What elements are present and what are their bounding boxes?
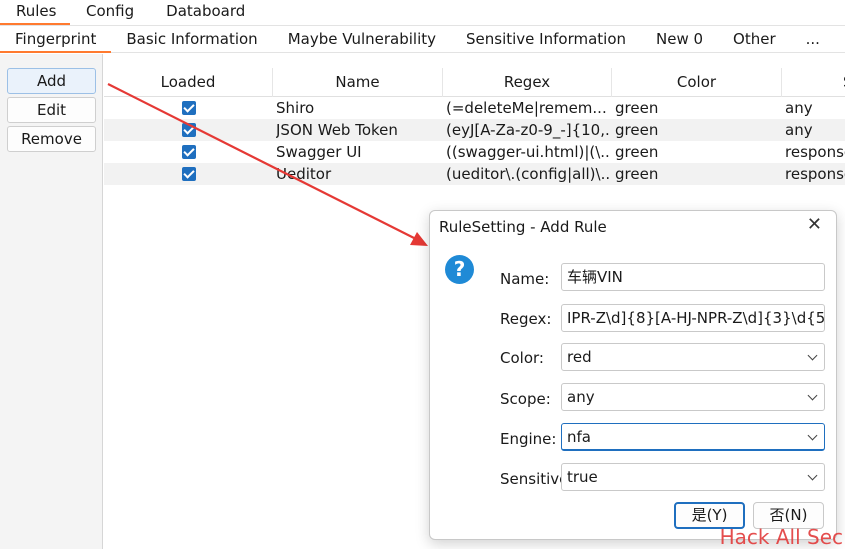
table-row[interactable]: Shiro (=deleteMe|remem... green any: [104, 97, 845, 119]
chevron-down-icon: [807, 390, 818, 401]
rule-regex: (ueditor\.(config|all)\...: [446, 165, 610, 183]
add-button[interactable]: Add: [7, 68, 96, 94]
rule-name: JSON Web Token: [276, 121, 398, 139]
rule-name: Swagger UI: [276, 143, 362, 161]
tab-rules[interactable]: Rules: [0, 0, 70, 25]
rule-name: Ueditor: [276, 165, 332, 183]
rule-scope: any: [785, 99, 813, 117]
sensitive-value: true: [567, 468, 598, 486]
loaded-checkbox[interactable]: [182, 145, 196, 159]
rule-scope: response: [785, 143, 845, 161]
chevron-down-icon: [807, 470, 818, 481]
color-select[interactable]: red: [561, 343, 825, 371]
loaded-checkbox[interactable]: [182, 101, 196, 115]
subtab-new[interactable]: New 0: [641, 27, 718, 53]
column-header-loaded[interactable]: Loaded: [104, 68, 273, 97]
rule-scope: response: [785, 165, 845, 183]
chevron-down-icon: [807, 350, 818, 361]
regex-field[interactable]: IPR-Z\d]{8}[A-HJ-NPR-Z\d]{3}\d{5}): [561, 304, 825, 332]
table-row[interactable]: Ueditor (ueditor\.(config|all)\... green…: [104, 163, 845, 185]
tab-databoard[interactable]: Databoard: [150, 0, 261, 25]
subtab-more[interactable]: ...: [791, 27, 835, 53]
subtab-fingerprint[interactable]: Fingerprint: [0, 27, 112, 53]
add-rule-dialog: RuleSetting - Add Rule ✕ ? Name: 车辆VIN R…: [429, 210, 837, 540]
scope-select[interactable]: any: [561, 383, 825, 411]
column-header-name[interactable]: Name: [273, 68, 443, 97]
edit-button[interactable]: Edit: [7, 97, 96, 123]
close-icon[interactable]: ✕: [807, 215, 822, 235]
color-label: Color:: [500, 349, 544, 367]
engine-value: nfa: [567, 428, 591, 446]
rule-color: green: [615, 121, 659, 139]
loaded-checkbox[interactable]: [182, 123, 196, 137]
table-row[interactable]: Swagger UI ((swagger-ui.html)|(\... gree…: [104, 141, 845, 163]
column-header-color[interactable]: Color: [612, 68, 782, 97]
regex-label: Regex:: [500, 310, 552, 328]
tab-config[interactable]: Config: [70, 0, 150, 25]
column-header-regex[interactable]: Regex: [443, 68, 612, 97]
table-header: Loaded Name Regex Color S: [104, 68, 845, 97]
sub-tab-bar: Fingerprint Basic Information Maybe Vuln…: [0, 27, 845, 53]
remove-button[interactable]: Remove: [7, 126, 96, 152]
scope-label: Scope:: [500, 390, 551, 408]
rule-name: Shiro: [276, 99, 315, 117]
top-tab-bar: Rules Config Databoard: [0, 0, 845, 26]
subtab-other[interactable]: Other: [718, 27, 791, 53]
subtab-maybe-vulnerability[interactable]: Maybe Vulnerability: [273, 27, 451, 53]
sensitive-select[interactable]: true: [561, 463, 825, 491]
color-value: red: [567, 348, 592, 366]
question-icon: ?: [445, 255, 474, 284]
rule-color: green: [615, 99, 659, 117]
name-field[interactable]: 车辆VIN: [561, 263, 825, 291]
dialog-title: RuleSetting - Add Rule: [439, 218, 607, 236]
rule-scope: any: [785, 121, 813, 139]
rule-color: green: [615, 143, 659, 161]
name-label: Name:: [500, 270, 550, 288]
engine-label: Engine:: [500, 430, 557, 448]
loaded-checkbox[interactable]: [182, 167, 196, 181]
column-header-scope[interactable]: S: [782, 68, 845, 97]
rule-regex: (=deleteMe|remem...: [446, 99, 607, 117]
rule-color: green: [615, 165, 659, 183]
engine-select[interactable]: nfa: [561, 423, 825, 451]
chevron-down-icon: [807, 430, 818, 441]
subtab-sensitive-information[interactable]: Sensitive Information: [451, 27, 641, 53]
rule-regex: (eyJ[A-Za-z0-9_-]{10,...: [446, 121, 610, 139]
watermark: Hack All Sec: [719, 525, 843, 549]
table-row[interactable]: JSON Web Token (eyJ[A-Za-z0-9_-]{10,... …: [104, 119, 845, 141]
rule-actions-panel: Add Edit Remove: [0, 54, 103, 549]
scope-value: any: [567, 388, 595, 406]
rule-regex: ((swagger-ui.html)|(\...: [446, 143, 610, 161]
subtab-basic-information[interactable]: Basic Information: [111, 27, 272, 53]
